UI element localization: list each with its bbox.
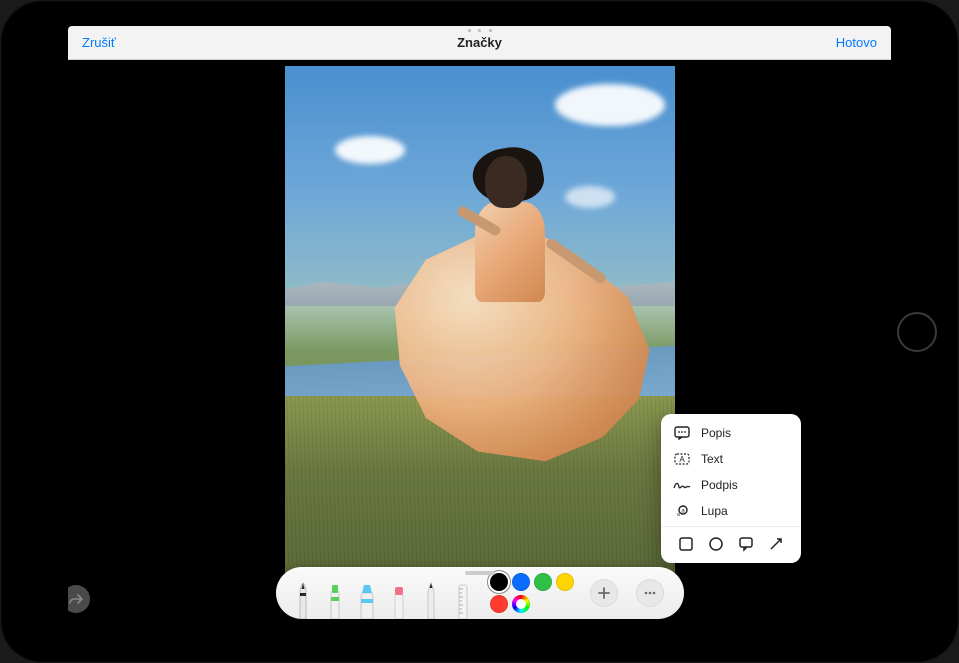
add-magnifier[interactable]: aa Lupa <box>661 498 801 524</box>
eraser-tool[interactable] <box>388 575 410 619</box>
screen: Zrušiť Značky Hotovo <box>68 26 891 637</box>
highlighter-tool[interactable] <box>356 575 378 619</box>
color-swatch-yellow[interactable] <box>556 573 574 591</box>
cloud-shape <box>555 84 665 126</box>
home-button[interactable] <box>897 312 937 352</box>
menu-label: Popis <box>701 426 731 440</box>
navbar: Zrušiť Značky Hotovo <box>68 26 891 60</box>
shape-speech-bubble[interactable] <box>735 533 757 555</box>
add-signature[interactable]: Podpis <box>661 472 801 498</box>
cancel-button[interactable]: Zrušiť <box>82 35 116 50</box>
svg-text:A: A <box>679 455 685 464</box>
signature-icon <box>673 477 691 493</box>
color-palette <box>484 567 576 619</box>
add-text[interactable]: A Text <box>661 446 801 472</box>
shape-circle[interactable] <box>705 533 727 555</box>
more-button[interactable] <box>636 579 664 607</box>
markup-toolbar <box>276 567 684 619</box>
color-swatch-blue[interactable] <box>512 573 530 591</box>
ipad-frame: Zrušiť Značky Hotovo <box>0 0 959 663</box>
pencil-tool[interactable] <box>420 575 442 619</box>
color-swatch-red[interactable] <box>490 595 508 613</box>
drag-handle-icon <box>468 29 492 32</box>
done-button[interactable]: Hotovo <box>836 35 877 50</box>
add-menu-popup: Popis A Text Podpis aa Lupa <box>661 414 801 563</box>
color-swatch-black[interactable] <box>490 573 508 591</box>
color-picker-button[interactable] <box>512 595 530 613</box>
history-controls <box>68 585 90 613</box>
page-title: Značky <box>68 35 891 50</box>
menu-label: Podpis <box>701 478 738 492</box>
cloud-shape <box>335 136 405 164</box>
pen-tool[interactable] <box>292 575 314 619</box>
svg-text:a: a <box>677 512 680 518</box>
marker-tool[interactable] <box>324 575 346 619</box>
color-swatch-green[interactable] <box>534 573 552 591</box>
shape-row <box>661 526 801 557</box>
add-description[interactable]: Popis <box>661 420 801 446</box>
tool-pill <box>276 567 684 619</box>
redo-button[interactable] <box>68 585 90 613</box>
menu-label: Lupa <box>701 504 728 518</box>
description-icon <box>673 425 691 441</box>
photo[interactable] <box>285 66 675 586</box>
ruler-tool[interactable] <box>452 575 474 619</box>
menu-label: Text <box>701 452 723 466</box>
add-button[interactable] <box>590 579 618 607</box>
figure-shape <box>405 156 645 536</box>
shape-arrow[interactable] <box>765 533 787 555</box>
shape-square[interactable] <box>675 533 697 555</box>
magnifier-icon: aa <box>673 503 691 519</box>
text-icon: A <box>673 451 691 467</box>
